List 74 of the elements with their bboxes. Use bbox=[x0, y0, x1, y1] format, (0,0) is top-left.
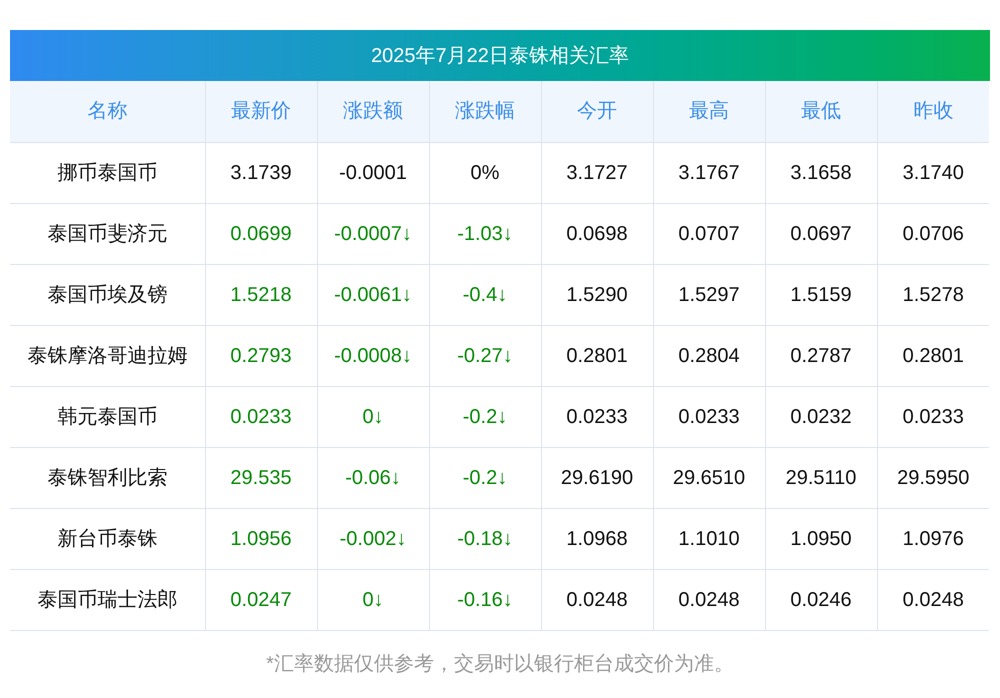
rate-cell: 3.1739 bbox=[205, 142, 317, 203]
rate-cell: 0.0248 bbox=[541, 569, 653, 630]
rate-cell: 1.5159 bbox=[765, 264, 877, 325]
column-header: 最新价 bbox=[205, 81, 317, 142]
rate-cell: 1.0950 bbox=[765, 508, 877, 569]
rate-cell: 29.6510 bbox=[653, 447, 765, 508]
rate-cell: 0.2804 bbox=[653, 325, 765, 386]
currency-pair-cell: 泰国币瑞士法郎 bbox=[10, 569, 205, 630]
column-header: 最高 bbox=[653, 81, 765, 142]
currency-pair-cell: 泰国币斐济元 bbox=[10, 203, 205, 264]
table-title: 2025年7月22日泰铢相关汇率 bbox=[10, 30, 990, 81]
rate-cell: 29.6190 bbox=[541, 447, 653, 508]
rate-cell: -0.2↓ bbox=[429, 447, 541, 508]
rate-cell: 0% bbox=[429, 142, 541, 203]
rate-cell: 0.0248 bbox=[653, 569, 765, 630]
column-header: 涨跌额 bbox=[317, 81, 429, 142]
rate-cell: 0.2793 bbox=[205, 325, 317, 386]
column-header: 最低 bbox=[765, 81, 877, 142]
rate-cell: 29.5950 bbox=[877, 447, 989, 508]
rate-cell: 0.2787 bbox=[765, 325, 877, 386]
rate-cell: -0.06↓ bbox=[317, 447, 429, 508]
rate-cell: 0.0707 bbox=[653, 203, 765, 264]
rate-cell: 0.0233 bbox=[653, 386, 765, 447]
rate-cell: -0.4↓ bbox=[429, 264, 541, 325]
rate-cell: 0.0246 bbox=[765, 569, 877, 630]
column-header: 涨跌幅 bbox=[429, 81, 541, 142]
currency-pair-cell: 泰铢摩洛哥迪拉姆 bbox=[10, 325, 205, 386]
rate-cell: 0.0233 bbox=[205, 386, 317, 447]
rate-cell: 29.535 bbox=[205, 447, 317, 508]
rate-cell: 0.0233 bbox=[877, 386, 989, 447]
currency-pair-cell: 挪币泰国币 bbox=[10, 142, 205, 203]
rate-cell: -0.16↓ bbox=[429, 569, 541, 630]
rate-cell: 29.5110 bbox=[765, 447, 877, 508]
rate-cell: 0.0697 bbox=[765, 203, 877, 264]
rate-cell: 0.0248 bbox=[877, 569, 989, 630]
rate-cell: 3.1658 bbox=[765, 142, 877, 203]
rate-cell: -0.0007↓ bbox=[317, 203, 429, 264]
rate-cell: 1.5290 bbox=[541, 264, 653, 325]
rate-cell: 0↓ bbox=[317, 569, 429, 630]
rate-cell: -0.0001 bbox=[317, 142, 429, 203]
currency-pair-cell: 泰国币埃及镑 bbox=[10, 264, 205, 325]
rate-cell: 3.1767 bbox=[653, 142, 765, 203]
currency-pair-cell: 泰铢智利比索 bbox=[10, 447, 205, 508]
rate-cell: 1.0976 bbox=[877, 508, 989, 569]
rate-cell: 1.0956 bbox=[205, 508, 317, 569]
rate-cell: 1.5218 bbox=[205, 264, 317, 325]
rate-cell: 0.0706 bbox=[877, 203, 989, 264]
column-header: 今开 bbox=[541, 81, 653, 142]
rate-cell: 0.2801 bbox=[877, 325, 989, 386]
rate-cell: 1.5278 bbox=[877, 264, 989, 325]
rate-cell: 1.5297 bbox=[653, 264, 765, 325]
rate-cell: -0.002↓ bbox=[317, 508, 429, 569]
rate-cell: 0.0233 bbox=[541, 386, 653, 447]
currency-pair-cell: 韩元泰国币 bbox=[10, 386, 205, 447]
rate-cell: -0.27↓ bbox=[429, 325, 541, 386]
rate-cell: 0.0699 bbox=[205, 203, 317, 264]
rate-cell: 3.1727 bbox=[541, 142, 653, 203]
rate-cell: -0.18↓ bbox=[429, 508, 541, 569]
rate-cell: 0.0698 bbox=[541, 203, 653, 264]
rate-cell: -1.03↓ bbox=[429, 203, 541, 264]
rate-cell: -0.0061↓ bbox=[317, 264, 429, 325]
rate-cell: -0.2↓ bbox=[429, 386, 541, 447]
column-header: 昨收 bbox=[877, 81, 989, 142]
rate-cell: 3.1740 bbox=[877, 142, 989, 203]
rate-cell: 0↓ bbox=[317, 386, 429, 447]
column-header: 名称 bbox=[10, 81, 205, 142]
rate-cell: 0.0232 bbox=[765, 386, 877, 447]
currency-pair-cell: 新台币泰铢 bbox=[10, 508, 205, 569]
rate-cell: 0.0247 bbox=[205, 569, 317, 630]
disclaimer-text: *汇率数据仅供参考，交易时以银行柜台成交价为准。 bbox=[265, 652, 735, 676]
rate-cell: -0.0008↓ bbox=[317, 325, 429, 386]
rate-cell: 1.1010 bbox=[653, 508, 765, 569]
rate-cell: 0.2801 bbox=[541, 325, 653, 386]
rate-cell: 1.0968 bbox=[541, 508, 653, 569]
